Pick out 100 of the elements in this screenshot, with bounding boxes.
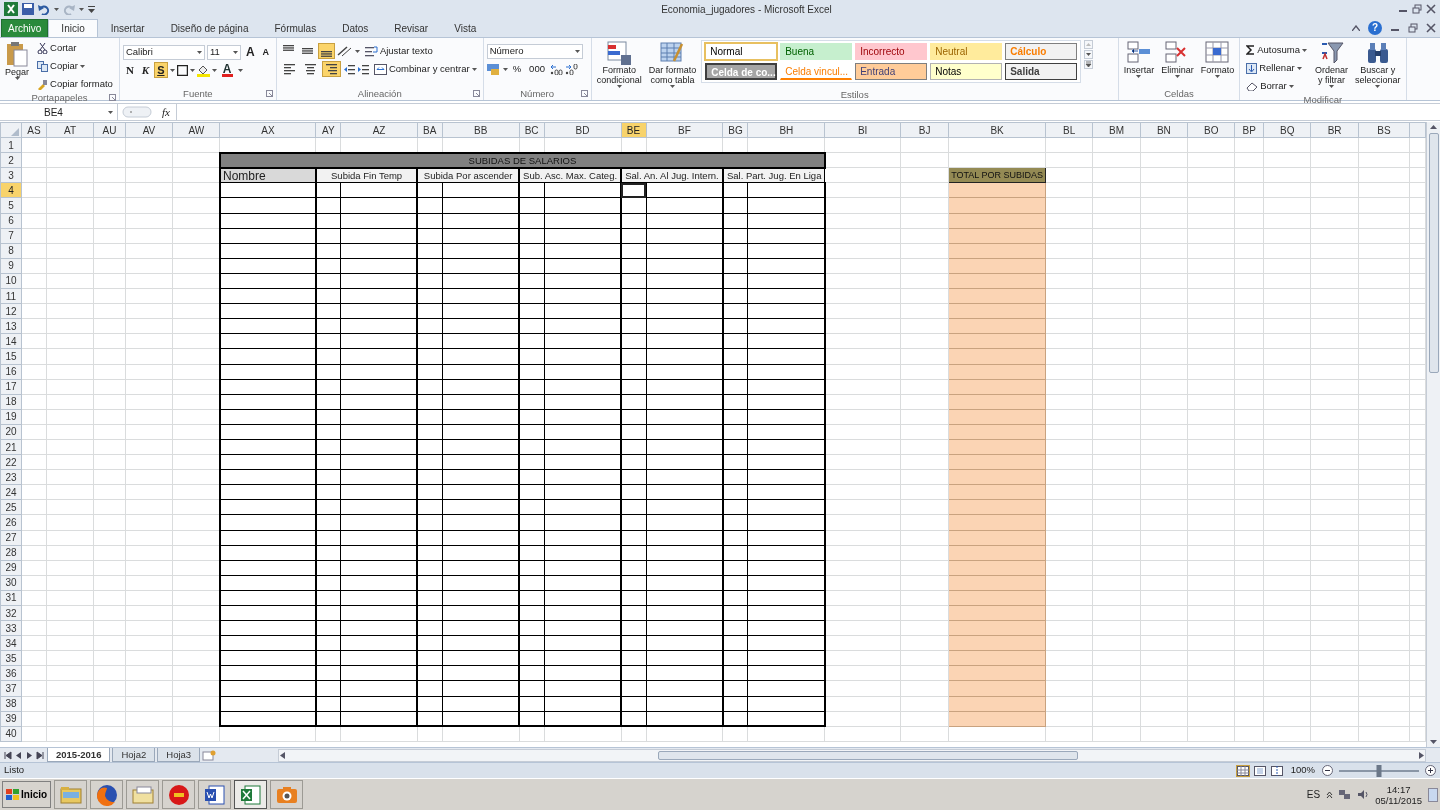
format-painter-button[interactable]: Copiar formato [34,76,116,92]
collapse-ribbon-icon[interactable] [1352,24,1360,31]
cell-style-option[interactable]: Notas [930,63,1003,80]
merge-center-button[interactable]: Combinar y centrar [370,61,480,77]
column-letter[interactable]: BE [621,122,646,138]
taskbar-app[interactable] [198,780,232,809]
taskbar-app[interactable] [90,780,124,809]
close-icon[interactable] [1426,22,1436,33]
horizontal-align-button[interactable] [321,61,341,77]
dialog-launcher-icon[interactable] [580,90,588,97]
border-icon[interactable] [176,64,188,76]
speaker-icon[interactable] [1357,789,1370,800]
ribbon-tab[interactable]: Insertar [97,19,158,37]
column-letter[interactable]: BB [442,122,520,138]
last-sheet-icon[interactable] [36,750,45,760]
number-format-field[interactable]: Número [486,44,583,59]
more-styles-icon[interactable] [1084,60,1094,69]
cell-style-option[interactable]: Incorrecto [855,43,928,60]
percent-button[interactable]: % [509,61,525,77]
view-button[interactable] [1235,764,1250,777]
conditional-format-button[interactable]: Formato condicional [594,40,644,89]
insert-cells-button[interactable]: Insertar [1121,40,1157,88]
taskbar-app[interactable] [234,780,268,809]
ribbon-tab[interactable]: Revisar [381,19,442,37]
scrollbar-thumb[interactable] [658,750,1079,760]
start-button[interactable]: Inicio [2,781,52,808]
name-box[interactable]: BE4 [0,104,118,120]
excel-logo-icon[interactable] [4,2,18,16]
first-sheet-icon[interactable] [3,750,12,760]
scrollbar-thumb[interactable] [1428,133,1439,373]
zoom-in-icon[interactable] [1425,765,1436,776]
cell-style-option[interactable]: Normal [705,43,778,60]
language-indicator[interactable]: ES [1306,787,1321,802]
clock-date[interactable]: 05/11/2015 [1375,794,1422,806]
column-letter[interactable]: BR [1311,122,1359,138]
font-name-field[interactable]: Calibri [122,44,205,60]
caret-icon[interactable] [189,68,195,72]
help-icon[interactable]: ? [1368,20,1382,35]
vertical-align-button[interactable] [317,43,335,59]
paste-button[interactable]: Pegar [3,40,32,92]
scroll-left-icon[interactable] [279,750,287,760]
column-letter[interactable]: BL [1045,122,1093,138]
cell-style-option[interactable]: Entrada [855,63,928,80]
thousands-button[interactable]: 000 [526,61,548,77]
dialog-launcher-icon[interactable] [108,94,116,101]
clear-button[interactable]: Borrar [1243,78,1310,94]
bold-button[interactable]: N [122,62,137,78]
column-letter[interactable]: BJ [900,122,949,138]
sort-filter-button[interactable]: Ordenar y filtrar [1313,40,1350,94]
save-icon[interactable] [22,3,34,15]
show-hidden-icons-icon[interactable] [1326,790,1334,799]
column-letter[interactable]: AY [315,122,341,138]
active-cell[interactable] [621,182,646,198]
zoom-out-icon[interactable] [1322,765,1333,776]
autosum-button[interactable]: Autosuma [1243,42,1310,58]
cell-style-option[interactable]: Neutral [930,43,1003,60]
increase-decimal-icon[interactable] [549,63,563,75]
underline-button[interactable]: S [154,62,168,78]
caret-icon[interactable] [79,7,84,11]
column-letter[interactable]: AX [220,122,316,138]
column-letter[interactable]: BM [1092,122,1141,138]
restore-icon[interactable] [1412,4,1422,14]
wrap-text-button[interactable]: Ajustar texto [361,43,436,59]
column-letter[interactable]: AU [93,122,126,138]
taskbar-app[interactable] [162,780,196,809]
ribbon-tab[interactable]: Fórmulas [261,19,330,37]
caret-icon[interactable] [502,67,508,71]
column-letter[interactable]: BD [544,122,622,138]
scroll-right-icon[interactable] [1418,750,1425,760]
column-letter[interactable]: AW [172,122,220,138]
orientation-icon[interactable] [336,45,353,57]
column-letter[interactable]: BS [1358,122,1410,138]
zoom-slider[interactable] [1339,764,1419,777]
customize-icon[interactable] [88,5,95,13]
ribbon-tab[interactable]: Inicio [48,19,98,37]
caret-icon[interactable] [54,7,59,11]
column-letter[interactable]: AT [46,122,94,138]
decrease-decimal-icon[interactable] [564,63,578,75]
grow-font-button[interactable]: A [242,44,258,60]
view-button[interactable] [1252,764,1267,777]
sheet-tab[interactable]: Hoja2 [112,748,156,762]
close-icon[interactable] [1426,4,1436,14]
font-color-button[interactable]: A [218,62,236,78]
column-letter[interactable]: BI [824,122,901,138]
ribbon-tab[interactable]: Diseño de página [157,19,262,37]
font-size-field[interactable]: 11 [206,44,241,60]
column-letter[interactable]: AV [125,122,173,138]
column-letter[interactable]: BO [1187,122,1235,138]
network-icon[interactable] [1339,789,1352,800]
ribbon-tab[interactable]: Datos [329,19,382,37]
column-letter[interactable]: AZ [340,122,418,138]
currency-icon[interactable] [486,63,501,75]
column-letter[interactable]: BF [646,122,723,138]
column-letter[interactable]: AS [21,122,47,138]
view-button[interactable] [1269,764,1284,777]
slider-thumb[interactable] [1376,764,1382,777]
caret-icon[interactable] [169,68,175,72]
fill-color-icon[interactable] [196,63,210,77]
increase-indent-icon[interactable] [356,63,369,75]
dialog-launcher-icon[interactable] [265,90,273,97]
